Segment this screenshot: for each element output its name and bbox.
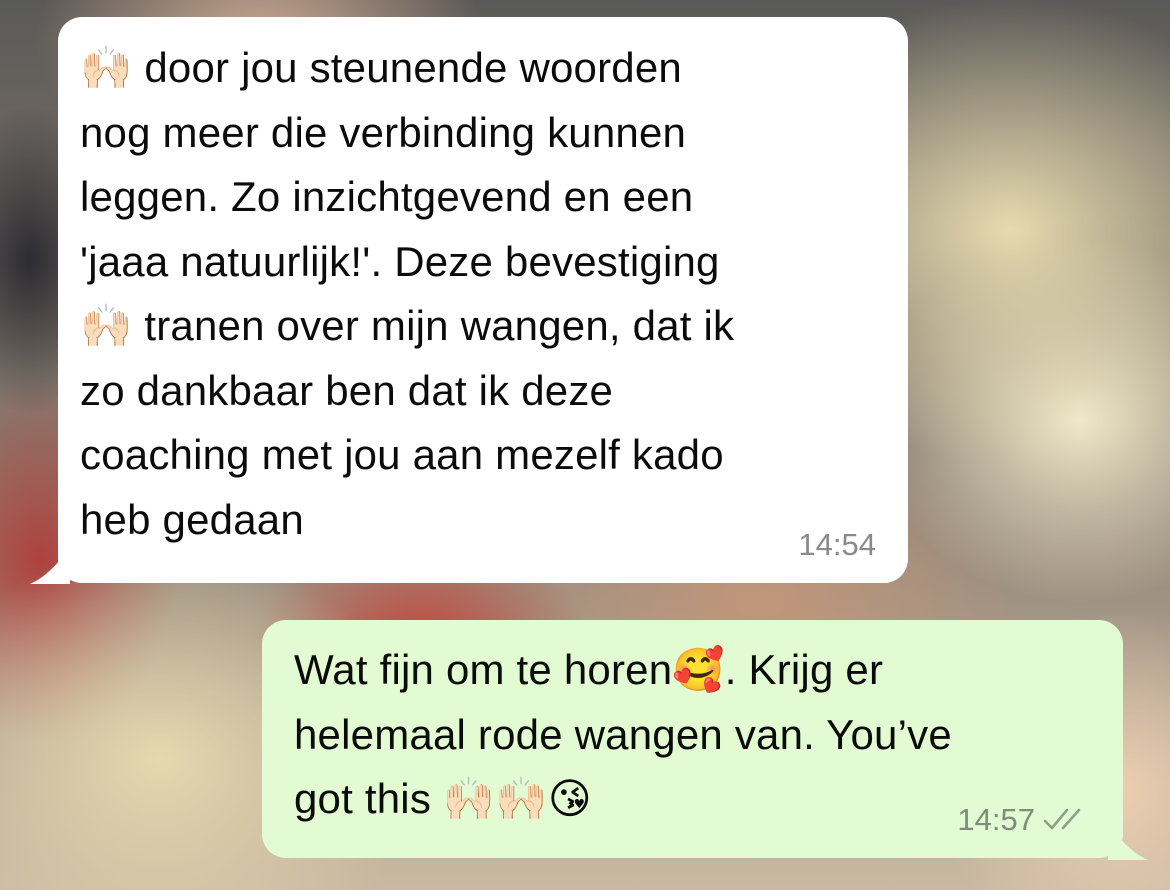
- incoming-message-time: 14:54: [798, 527, 876, 562]
- outgoing-message-bubble[interactable]: Wat fijn om te horen🥰. Krijg er helemaal…: [262, 620, 1123, 858]
- incoming-message-bubble[interactable]: 🙌🏻 door jou steunende woorden nog meer d…: [58, 17, 908, 583]
- outgoing-message-time: 14:57: [957, 802, 1035, 837]
- outgoing-message-text: Wat fijn om te horen🥰. Krijg er helemaal…: [294, 646, 952, 822]
- double-check-icon: [1043, 808, 1081, 830]
- incoming-message-text: 🙌🏻 door jou steunende woorden nog meer d…: [80, 44, 735, 543]
